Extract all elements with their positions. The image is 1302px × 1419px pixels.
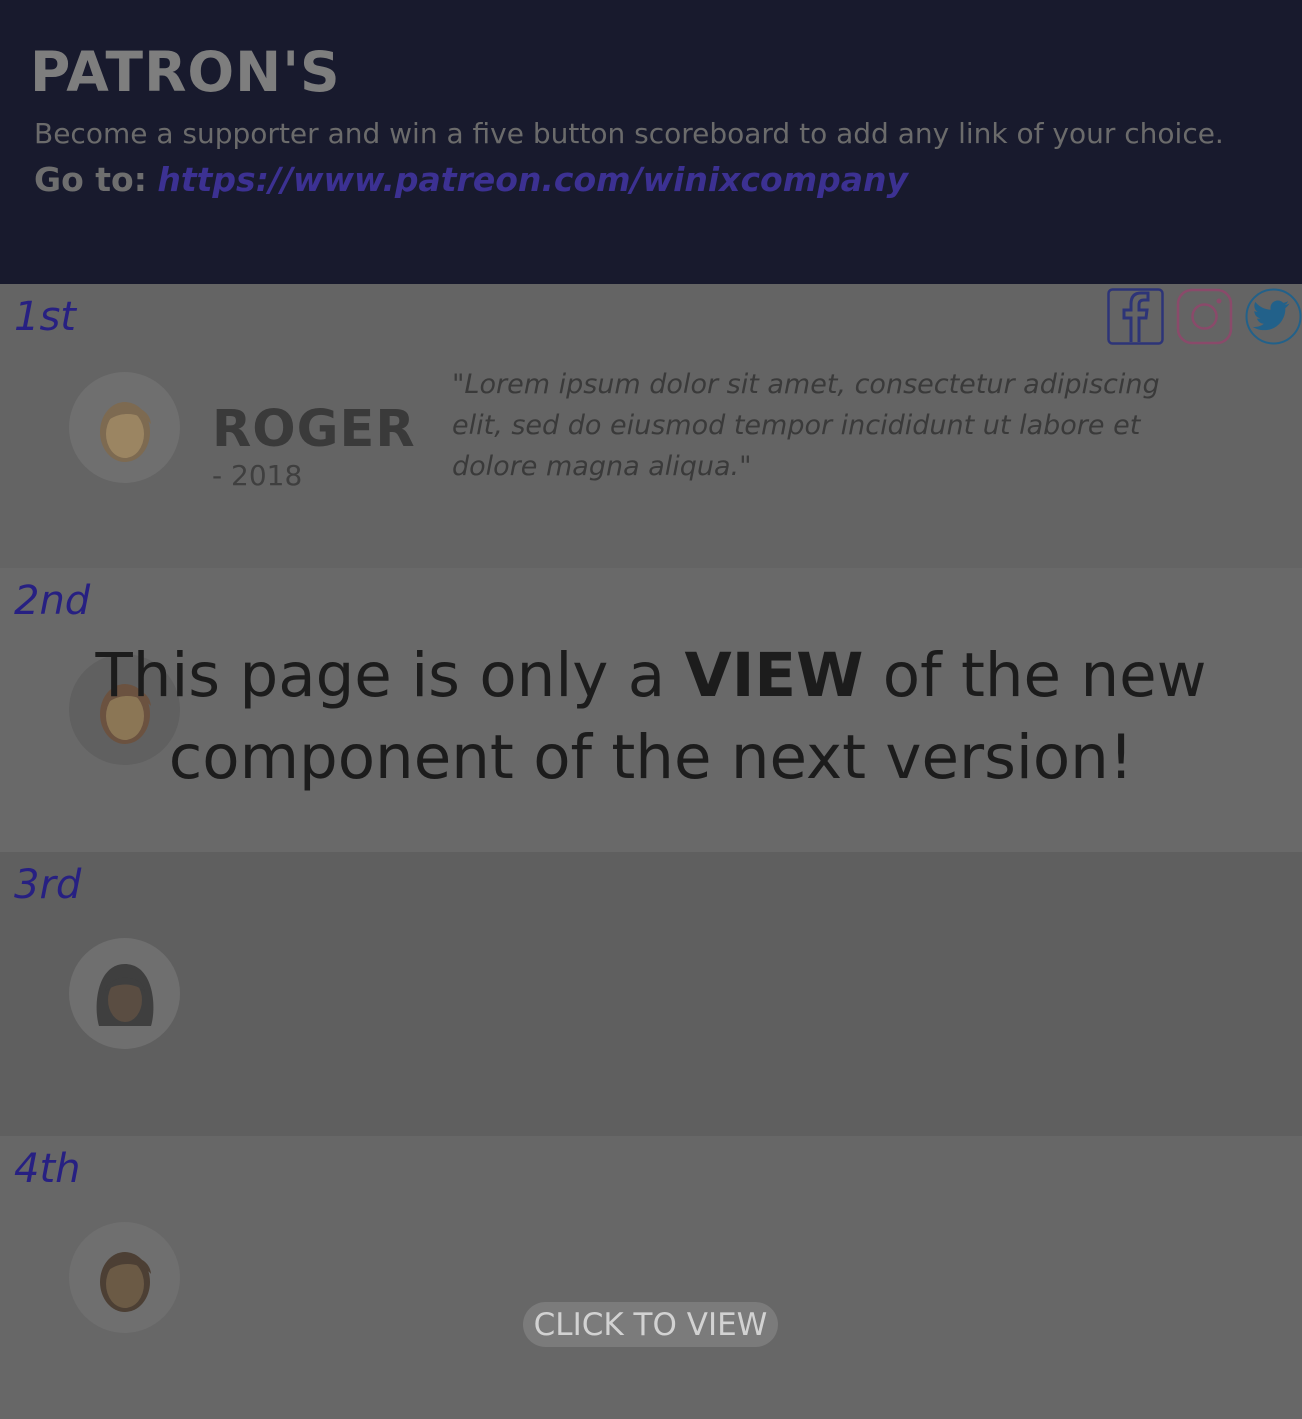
male-avatar-icon [69, 372, 180, 483]
social-links [1107, 288, 1302, 345]
page-title: PATRON'S [30, 40, 341, 104]
preview-notice-pre: This page is only a [95, 640, 685, 711]
instagram-icon[interactable] [1176, 288, 1233, 345]
female-avatar-icon [69, 938, 180, 1049]
facebook-icon[interactable] [1107, 288, 1164, 345]
patron-row-3: 3rd [0, 852, 1302, 1136]
preview-notice-strong: VIEW [684, 640, 864, 711]
preview-notice: This page is only a VIEW of the new comp… [0, 635, 1302, 799]
page-header: PATRON'S Become a supporter and win a fi… [0, 0, 1302, 284]
page-subtitle: Become a supporter and win a five button… [34, 117, 1224, 150]
patron-rank: 2nd [14, 578, 91, 624]
patron-rank: 3rd [14, 862, 82, 908]
patron-name: ROGER [212, 400, 416, 459]
goto-line: Go to: https://www.patreon.com/winixcomp… [34, 160, 908, 199]
click-to-view-button[interactable]: CLICK TO VIEW [523, 1302, 778, 1347]
male-avatar-icon [69, 1222, 180, 1333]
twitter-icon[interactable] [1245, 288, 1302, 345]
patron-rank: 4th [14, 1146, 81, 1192]
patron-quote: "Lorem ipsum dolor sit amet, consectetur… [452, 369, 1160, 482]
patron-row-4: 4th [0, 1136, 1302, 1419]
patreon-link[interactable]: https://www.patreon.com/winixcompany [157, 160, 908, 199]
goto-label: Go to: [34, 160, 147, 199]
patron-rank: 1st [14, 294, 76, 340]
patron-year: - 2018 [212, 459, 303, 492]
